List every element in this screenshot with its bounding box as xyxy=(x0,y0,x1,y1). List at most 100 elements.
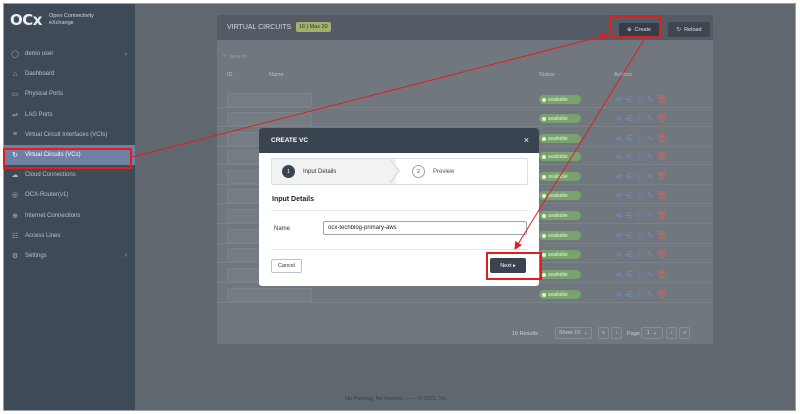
sidebar-item-settings[interactable]: ⚙ Settings › xyxy=(4,246,135,266)
branch-icon[interactable]: ⋲ xyxy=(625,191,633,201)
reload-button-label: Reload xyxy=(684,26,702,33)
delete-icon[interactable]: 🗑 xyxy=(656,211,666,221)
branch-icon[interactable]: ⋲ xyxy=(625,172,633,182)
column-header-id[interactable]: ID xyxy=(227,72,233,78)
info-icon[interactable]: ⓘ xyxy=(636,270,644,280)
delete-icon[interactable]: 🗑 xyxy=(656,134,666,144)
delete-icon[interactable]: 🗑 xyxy=(656,114,666,124)
edit-icon[interactable]: ✎ xyxy=(647,211,654,221)
edit-icon[interactable]: ✎ xyxy=(647,172,654,182)
edit-icon[interactable]: ✎ xyxy=(647,270,654,280)
connect-icon[interactable]: ⊲ xyxy=(615,211,622,221)
connect-icon[interactable]: ⊲ xyxy=(615,95,622,105)
delete-icon[interactable]: 🗑 xyxy=(656,270,666,280)
delete-icon[interactable]: 🗑 xyxy=(656,231,666,241)
info-icon[interactable]: ⓘ xyxy=(636,95,644,105)
delete-icon[interactable]: 🗑 xyxy=(656,95,666,105)
status-dot-icon xyxy=(542,97,546,102)
status-badge: available xyxy=(539,270,581,279)
close-icon[interactable]: × xyxy=(524,135,529,145)
info-icon[interactable]: ⓘ xyxy=(636,211,644,221)
step-preview[interactable]: 2 Preview xyxy=(396,159,527,184)
branch-icon[interactable]: ⋲ xyxy=(625,290,633,300)
branch-icon[interactable]: ⋲ xyxy=(625,95,633,105)
status-text: available xyxy=(548,115,568,122)
column-header-status[interactable]: Status xyxy=(539,72,555,78)
edit-icon[interactable]: ✎ xyxy=(647,114,654,124)
connect-icon[interactable]: ⊲ xyxy=(615,172,622,182)
info-icon[interactable]: ⓘ xyxy=(636,172,644,182)
column-header-name[interactable]: Name xyxy=(269,72,284,78)
next-page-icon: › xyxy=(670,330,673,336)
branch-icon[interactable]: ⋲ xyxy=(625,152,633,162)
edit-icon[interactable]: ✎ xyxy=(647,191,654,201)
branch-icon[interactable]: ⋲ xyxy=(625,134,633,144)
sidebar-item-dashboard[interactable]: ⌂ Dashboard xyxy=(4,64,135,84)
sidebar-item-label: Internet Connections xyxy=(25,212,81,219)
status-dot-icon xyxy=(542,272,546,277)
status-badge: available xyxy=(539,191,581,200)
info-icon[interactable]: ⓘ xyxy=(636,231,644,241)
delete-icon[interactable]: 🗑 xyxy=(656,172,666,182)
connect-icon[interactable]: ⊲ xyxy=(615,152,622,162)
sidebar-item-ocx-router[interactable]: ◎ OCX-Router(v1) xyxy=(4,185,135,205)
info-icon[interactable]: ⓘ xyxy=(636,134,644,144)
info-icon[interactable]: ⓘ xyxy=(636,114,644,124)
status-badge: available xyxy=(539,152,581,161)
info-icon[interactable]: ⓘ xyxy=(636,290,644,300)
edit-icon[interactable]: ✎ xyxy=(647,152,654,162)
info-icon[interactable]: ⓘ xyxy=(636,152,644,162)
edit-icon[interactable]: ✎ xyxy=(647,95,654,105)
first-page-button[interactable]: « xyxy=(598,327,609,339)
last-page-button[interactable]: » xyxy=(679,327,690,339)
connect-icon[interactable]: ⊲ xyxy=(615,191,622,201)
connect-icon[interactable]: ⊲ xyxy=(615,290,622,300)
status-dot-icon xyxy=(542,174,546,179)
branch-icon[interactable]: ⋲ xyxy=(625,114,633,124)
delete-icon[interactable]: 🗑 xyxy=(656,191,666,201)
highlight-virtual-circuits xyxy=(3,148,132,169)
info-icon[interactable]: ⓘ xyxy=(636,191,644,201)
edit-icon[interactable]: ✎ xyxy=(647,134,654,144)
sidebar-item-user[interactable]: ◯ demo user › xyxy=(4,44,135,64)
edit-icon[interactable]: ✎ xyxy=(647,231,654,241)
cancel-button[interactable]: Cancel xyxy=(271,259,302,273)
edit-icon[interactable]: ✎ xyxy=(647,250,654,260)
delete-icon[interactable]: 🗑 xyxy=(656,250,666,260)
chevron-right-icon: › xyxy=(124,50,127,58)
modal-header: CREATE VC × xyxy=(259,128,539,153)
page-number-select[interactable]: 1 ⌄ xyxy=(641,327,663,339)
sidebar-item-physical-ports[interactable]: ▭ Physical Ports xyxy=(4,84,135,104)
search-input[interactable]: ⌕ Search xyxy=(223,51,707,62)
sidebar-item-lag-ports[interactable]: ⇌ LAG Ports xyxy=(4,105,135,125)
user-icon: ◯ xyxy=(11,51,19,59)
connect-icon[interactable]: ⊲ xyxy=(615,250,622,260)
delete-icon[interactable]: 🗑 xyxy=(656,152,666,162)
sidebar-item-access-lines[interactable]: ☷ Access Lines xyxy=(4,226,135,246)
reload-button[interactable]: ↻ Reload xyxy=(668,22,710,37)
status-badge: available xyxy=(539,250,581,259)
step-input-details[interactable]: 1 Input Details xyxy=(272,159,396,184)
status-dot-icon xyxy=(542,154,546,159)
branch-icon[interactable]: ⋲ xyxy=(625,211,633,221)
branch-icon[interactable]: ⋲ xyxy=(625,270,633,280)
name-input[interactable] xyxy=(323,221,527,235)
connect-icon[interactable]: ⊲ xyxy=(615,231,622,241)
branch-icon[interactable]: ⋲ xyxy=(625,231,633,241)
connect-icon[interactable]: ⊲ xyxy=(615,114,622,124)
status-badge: available xyxy=(539,231,581,240)
divider xyxy=(271,210,528,211)
branch-icon[interactable]: ⋲ xyxy=(625,250,633,260)
connect-icon[interactable]: ⊲ xyxy=(615,134,622,144)
sidebar-item-label: Cloud Connections xyxy=(25,172,76,179)
status-dot-icon xyxy=(542,136,546,141)
connect-icon[interactable]: ⊲ xyxy=(615,270,622,280)
edit-icon[interactable]: ✎ xyxy=(647,290,654,300)
info-icon[interactable]: ⓘ xyxy=(636,250,644,260)
delete-icon[interactable]: 🗑 xyxy=(656,290,666,300)
sidebar-item-internet-connections[interactable]: ⊕ Internet Connections xyxy=(4,206,135,226)
next-page-button[interactable]: › xyxy=(666,327,677,339)
sidebar-item-vcis[interactable]: ≡ Virtual Circuit Interfaces (VCIs) xyxy=(4,125,135,145)
page-size-select[interactable]: Show 10 ⌄ xyxy=(555,327,592,339)
prev-page-button[interactable]: ‹ xyxy=(611,327,622,339)
